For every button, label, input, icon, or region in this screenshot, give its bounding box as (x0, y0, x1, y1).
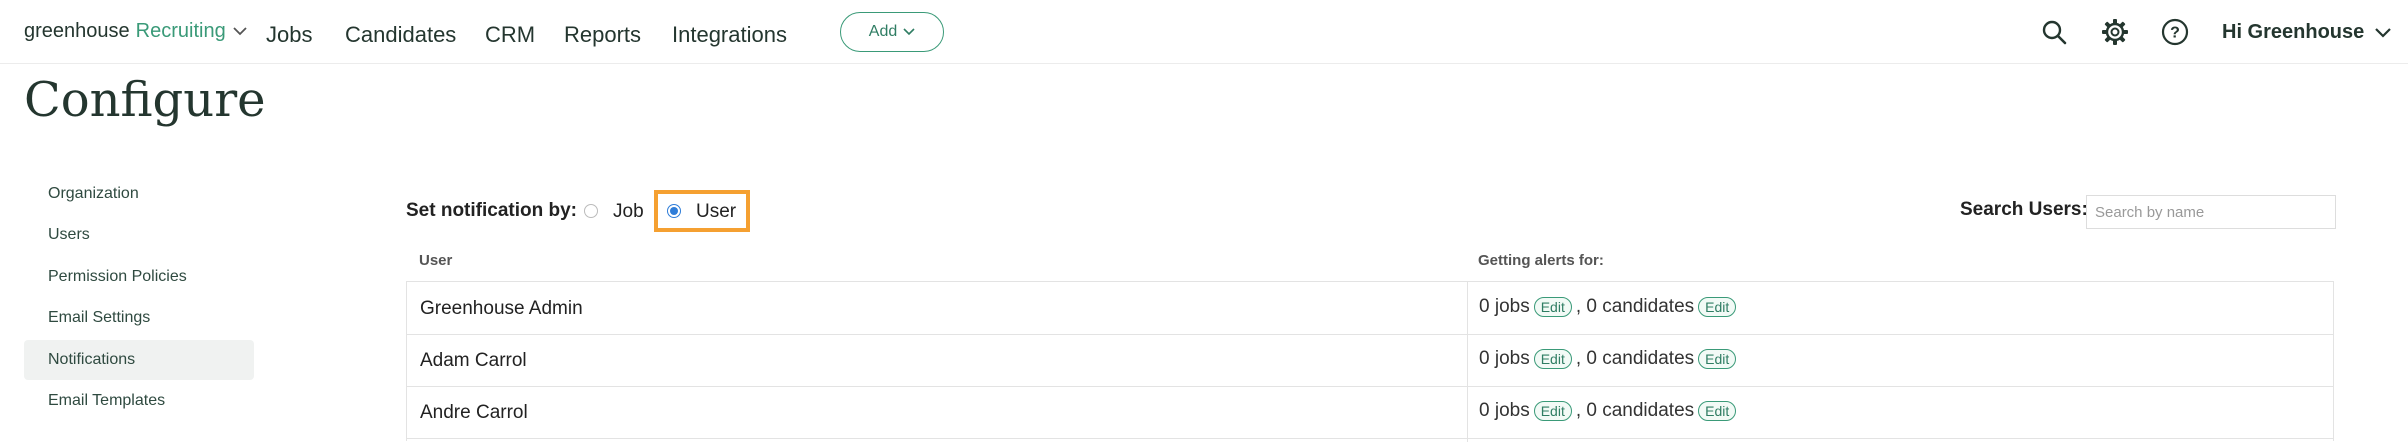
nav-reports[interactable]: Reports (564, 22, 641, 48)
chevron-down-icon (232, 23, 248, 41)
set-notification-label: Set notification by: (406, 200, 577, 221)
radio-job-label[interactable]: Job (613, 201, 644, 223)
nav-candidates[interactable]: Candidates (345, 22, 456, 48)
column-header-alerts: Getting alerts for: (1478, 252, 1604, 269)
column-header-user: User (419, 252, 453, 269)
gear-icon[interactable] (2099, 16, 2131, 48)
edit-jobs-button[interactable]: Edit (1533, 297, 1572, 317)
nav-crm[interactable]: CRM (485, 22, 535, 48)
sidebar-item-permission-policies[interactable]: Permission Policies (24, 257, 254, 297)
add-button-label: Add (868, 23, 898, 40)
svg-text:?: ? (2170, 25, 2180, 42)
brand-greenhouse-text: greenhouse (24, 20, 130, 42)
radio-user-label[interactable]: User (696, 201, 736, 223)
search-users-label: Search Users: (1960, 199, 2088, 220)
brand-recruiting-text: Recruiting (135, 20, 226, 42)
top-navigation-bar: greenhouse Recruiting Jobs Candidates CR… (0, 0, 2408, 64)
edit-candidates-button[interactable]: Edit (1698, 349, 1737, 369)
table-row: Greenhouse Admin 0 jobs Edit , 0 candida… (407, 282, 2333, 335)
edit-candidates-button[interactable]: Edit (1698, 401, 1737, 421)
alerts-cell: 0 jobs Edit , 0 candidates Edit (1479, 296, 1740, 318)
chevron-down-icon (903, 25, 915, 39)
jobs-count: 0 jobs (1479, 400, 1530, 421)
notifications-table: Greenhouse Admin 0 jobs Edit , 0 candida… (406, 281, 2334, 442)
alerts-cell: 0 jobs Edit , 0 candidates Edit (1479, 348, 1740, 370)
jobs-count: 0 jobs (1479, 296, 1530, 317)
candidates-count: , 0 candidates (1575, 348, 1695, 369)
help-icon[interactable]: ? (2159, 16, 2191, 48)
nav-jobs[interactable]: Jobs (266, 22, 312, 48)
table-row: Andre Carrol 0 jobs Edit , 0 candidates … (407, 386, 2333, 439)
radio-user[interactable] (667, 204, 681, 218)
sidebar-item-users[interactable]: Users (24, 215, 254, 255)
radio-job[interactable] (584, 204, 598, 218)
user-name: Adam Carrol (420, 350, 527, 371)
greeting-text: Hi Greenhouse (2222, 21, 2365, 43)
edit-candidates-button[interactable]: Edit (1698, 297, 1737, 317)
jobs-count: 0 jobs (1479, 348, 1530, 369)
user-name: Greenhouse Admin (420, 298, 583, 319)
candidates-count: , 0 candidates (1575, 296, 1695, 317)
brand-logo[interactable]: greenhouse Recruiting (24, 20, 248, 43)
add-button[interactable]: Add (840, 12, 944, 52)
search-icon[interactable] (2038, 16, 2070, 48)
sidebar-item-notifications[interactable]: Notifications (24, 340, 254, 380)
table-row: Adam Carrol 0 jobs Edit , 0 candidates E… (407, 334, 2333, 387)
search-users-input[interactable] (2086, 195, 2336, 229)
sidebar-item-email-templates[interactable]: Email Templates (24, 381, 254, 421)
sidebar-item-organization[interactable]: Organization (24, 174, 254, 214)
alerts-cell: 0 jobs Edit , 0 candidates Edit (1479, 400, 1740, 422)
user-name: Andre Carrol (420, 402, 528, 423)
nav-integrations[interactable]: Integrations (672, 22, 787, 48)
page-title: Configure (24, 72, 266, 128)
edit-jobs-button[interactable]: Edit (1533, 401, 1572, 421)
candidates-count: , 0 candidates (1575, 400, 1695, 421)
sidebar-item-email-settings[interactable]: Email Settings (24, 298, 254, 338)
chevron-down-icon (2374, 21, 2392, 44)
edit-jobs-button[interactable]: Edit (1533, 349, 1572, 369)
user-menu[interactable]: Hi Greenhouse (2222, 21, 2392, 44)
